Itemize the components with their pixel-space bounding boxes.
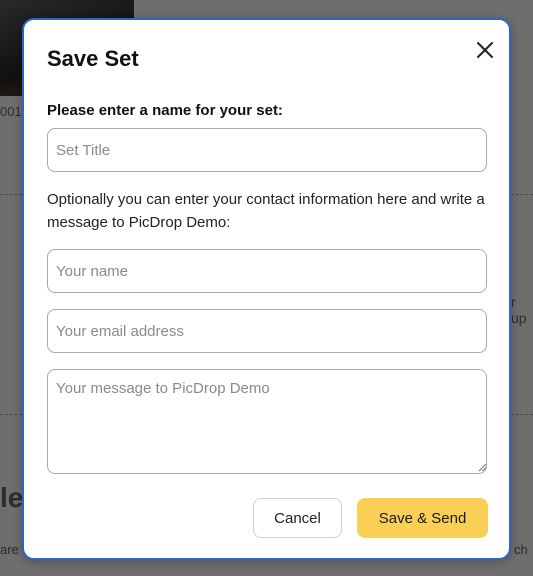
close-icon (477, 42, 493, 58)
cancel-button[interactable]: Cancel (253, 498, 342, 538)
save-and-send-button[interactable]: Save & Send (357, 498, 488, 538)
dialog-title: Save Set (47, 46, 139, 71)
background-divider (0, 194, 22, 195)
background-text-fragment: 001 (0, 104, 22, 119)
resize-handle-icon[interactable] (478, 463, 487, 472)
background-divider (511, 194, 533, 195)
set-title-input[interactable] (47, 128, 487, 172)
background-heading-fragment: le (0, 482, 24, 513)
background-divider (0, 414, 22, 415)
background-text-fragment: r up (511, 294, 527, 326)
email-input[interactable] (47, 309, 487, 353)
background-text-fragment: are (0, 542, 19, 557)
background-text-fragment: ch (514, 542, 528, 557)
your-name-input[interactable] (47, 249, 487, 293)
contact-info-text: Optionally you can enter your contact in… (47, 191, 485, 231)
save-set-dialog: Save Set Please enter a name for your se… (22, 18, 511, 560)
message-textarea[interactable] (47, 369, 487, 474)
close-button[interactable] (473, 38, 497, 62)
background-divider (511, 414, 533, 415)
set-name-label: Please enter a name for your set: (47, 102, 283, 119)
